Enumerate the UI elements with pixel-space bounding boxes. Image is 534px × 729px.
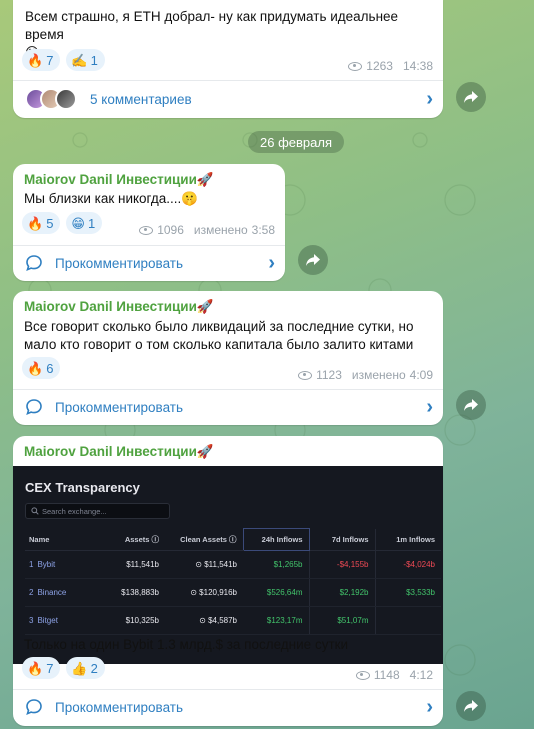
comment-button[interactable]: Прокомментировать › <box>13 390 443 424</box>
reaction-writing-hand[interactable]: ✍️ 1 <box>66 49 105 71</box>
reaction-grin[interactable]: 😁 1 <box>66 212 103 234</box>
comment-button[interactable]: Прокомментировать › <box>13 690 443 724</box>
comment-label: Прокомментировать <box>55 255 183 271</box>
share-icon <box>464 91 478 103</box>
reactions: 🔥 6 <box>22 357 61 379</box>
col-name: Name <box>25 528 95 551</box>
col-assets: Assets ⓘ <box>95 528 165 551</box>
edited-label: изменено <box>193 223 248 237</box>
message-meta: 1148 4:12 <box>355 668 433 682</box>
reaction-fire[interactable]: 🔥 5 <box>22 212 61 234</box>
message-meta: 1096 изменено 3:58 <box>139 223 275 237</box>
fire-icon: 🔥 <box>27 52 44 68</box>
table-row: 1 Bybit $11,541b ⊙ $11,541b $1,265b -$4,1… <box>25 550 441 579</box>
divider <box>13 80 443 81</box>
shield-icon: ⊙ <box>199 616 209 625</box>
image-search-box: Search exchange... <box>25 503 170 519</box>
sender-name[interactable]: Maiorov Danil Инвестиции🚀 <box>24 171 214 189</box>
comment-bubble-icon <box>26 399 42 415</box>
share-button[interactable] <box>456 691 486 721</box>
search-icon <box>31 507 39 515</box>
table-row: 2 Binance $138,883b ⊙ $120,916b $526,64m … <box>25 578 441 607</box>
writing-hand-icon: ✍️ <box>71 52 88 68</box>
share-icon <box>464 399 478 411</box>
comments-link[interactable]: 5 комментариев › <box>13 82 443 116</box>
views-count: 1096 <box>157 223 184 237</box>
col-1m-inflows: 1m Inflows <box>374 528 441 551</box>
comment-bubble-icon <box>26 699 42 715</box>
col-clean-assets: Clean Assets ⓘ <box>165 528 243 551</box>
comment-bubble-icon <box>26 255 42 271</box>
fire-icon: 🔥 <box>27 660 44 676</box>
views-icon <box>355 670 370 680</box>
timestamp: 14:38 <box>402 59 433 73</box>
exchange-name: Bybit <box>37 560 56 569</box>
comment-label: Прокомментировать <box>55 699 183 715</box>
views-icon <box>298 370 313 380</box>
reactions: 🔥 7 👍 2 <box>22 657 105 679</box>
reaction-fire[interactable]: 🔥 7 <box>22 657 61 679</box>
exchange-name: Binance <box>37 588 67 597</box>
timestamp: 3:58 <box>251 223 275 237</box>
thumbs-up-icon: 👍 <box>71 660 88 676</box>
commenter-avatars <box>25 88 77 110</box>
exchange-table: Name Assets ⓘ Clean Assets ⓘ 24h Inflows… <box>25 528 441 635</box>
sender-name[interactable]: Maiorov Danil Инвестиции🚀 <box>24 443 214 461</box>
message-3: Maiorov Danil Инвестиции🚀 CEX Transparen… <box>13 436 443 726</box>
share-icon <box>306 254 320 266</box>
chevron-right-icon: › <box>426 88 433 110</box>
image-title: CEX Transparency <box>25 480 140 495</box>
grin-icon: 😁 <box>71 215 85 231</box>
edited-label: изменено <box>351 368 406 382</box>
message-meta: 1123 изменено 4:09 <box>298 368 433 382</box>
views-icon <box>348 61 363 71</box>
comments-count-label: 5 комментариев <box>90 91 192 107</box>
fire-icon: 🔥 <box>27 215 44 231</box>
col-7d-inflows: 7d Inflows <box>308 528 375 551</box>
views-icon <box>139 225 154 235</box>
message-text: Мы близки как никогда....🤫 <box>24 191 199 206</box>
timestamp: 4:12 <box>409 668 433 682</box>
fire-icon: 🔥 <box>27 360 44 376</box>
col-24h-inflows: 24h Inflows <box>242 528 310 551</box>
date-separator: 26 февраля <box>248 131 344 153</box>
table-row: 3 Bitget $10,325b ⊙ $4,587b $123,17m $51,… <box>25 606 441 635</box>
message-text: Все говорит сколько было ликвидаций за п… <box>24 319 414 352</box>
views-count: 1123 <box>316 368 342 382</box>
reaction-fire[interactable]: 🔥 6 <box>22 357 61 379</box>
reaction-thumbs-up[interactable]: 👍 2 <box>66 657 105 679</box>
avatar <box>55 88 77 110</box>
chevron-right-icon: › <box>426 696 433 718</box>
message-1: Maiorov Danil Инвестиции🚀 Мы близки как … <box>13 164 285 281</box>
views-count: 1148 <box>373 668 400 682</box>
chevron-right-icon: › <box>268 252 275 274</box>
message-0: Всем страшно, я ETH добрал- ну как приду… <box>13 0 443 118</box>
cex-transparency-image[interactable]: CEX Transparency Search exchange... Name… <box>13 466 443 664</box>
table-header-row: Name Assets ⓘ Clean Assets ⓘ 24h Inflows… <box>25 528 441 551</box>
share-button[interactable] <box>456 390 486 420</box>
message-meta: 1263 14:38 <box>348 59 433 73</box>
timestamp: 4:09 <box>409 368 433 382</box>
exchange-name: Bitget <box>37 616 58 625</box>
sender-name[interactable]: Maiorov Danil Инвестиции🚀 <box>24 298 214 316</box>
comment-button[interactable]: Прокомментировать › <box>13 246 285 280</box>
views-count: 1263 <box>366 59 393 73</box>
share-button[interactable] <box>456 82 486 112</box>
message-text: Только на один Bybit 1.3 млрд.$ за после… <box>24 637 349 652</box>
chevron-right-icon: › <box>426 396 433 418</box>
reactions: 🔥 5 😁 1 <box>22 212 103 234</box>
share-icon <box>464 700 478 712</box>
message-2: Maiorov Danil Инвестиции🚀 Все говорит ск… <box>13 291 443 425</box>
comment-label: Прокомментировать <box>55 399 183 415</box>
shield-icon: ⊙ <box>190 588 200 597</box>
reaction-fire[interactable]: 🔥 7 <box>22 49 61 71</box>
reactions: 🔥 7 ✍️ 1 <box>22 49 105 71</box>
shield-icon: ⊙ <box>195 560 205 569</box>
share-button[interactable] <box>298 245 328 275</box>
